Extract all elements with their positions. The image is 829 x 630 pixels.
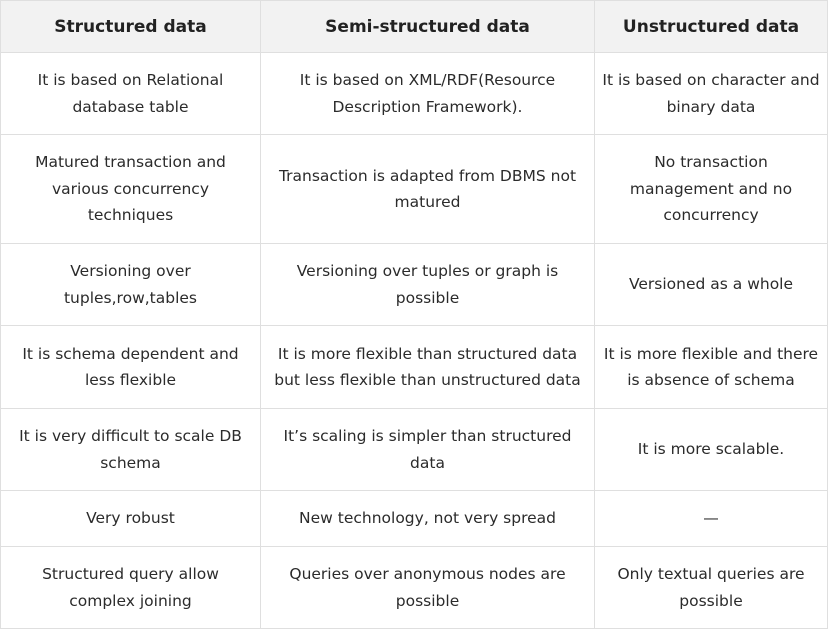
table-cell: It is more flexible than structured data…	[260, 325, 595, 409]
table-row: It is schema dependent and less flexible…	[0, 325, 828, 409]
table-cell: Only textual queries are possible	[594, 546, 828, 629]
table-row: Matured transaction and various concurre…	[0, 134, 828, 244]
table-cell: Versioned as a whole	[594, 243, 828, 326]
table-cell: Very robust	[0, 490, 261, 547]
table-row: It is based on Relational database table…	[0, 52, 828, 135]
table-cell: —	[594, 490, 828, 547]
column-header-unstructured: Unstructured data	[594, 0, 828, 53]
table-header-row: Structured data Semi-structured data Uns…	[0, 0, 828, 53]
table-cell: It is schema dependent and less flexible	[0, 325, 261, 409]
table-cell: New technology, not very spread	[260, 490, 595, 547]
table-cell: It is more flexible and there is absence…	[594, 325, 828, 409]
table-row: It is very difficult to scale DB schema …	[0, 408, 828, 491]
table-cell: It is based on character and binary data	[594, 52, 828, 135]
table-row: Very robust New technology, not very spr…	[0, 490, 828, 547]
table-cell: Transaction is adapted from DBMS not mat…	[260, 134, 595, 244]
table-cell: It is more scalable.	[594, 408, 828, 491]
table-cell: Queries over anonymous nodes are possibl…	[260, 546, 595, 629]
column-header-structured: Structured data	[0, 0, 261, 53]
table-row: Versioning over tuples,row,tables Versio…	[0, 243, 828, 326]
table-cell: No transaction management and no concurr…	[594, 134, 828, 244]
table-cell: It’s scaling is simpler than structured …	[260, 408, 595, 491]
table-cell: It is very difficult to scale DB schema	[0, 408, 261, 491]
table-cell: Structured query allow complex joining	[0, 546, 261, 629]
table-row: Structured query allow complex joining Q…	[0, 546, 828, 629]
table-cell: It is based on Relational database table	[0, 52, 261, 135]
table-cell: Versioning over tuples,row,tables	[0, 243, 261, 326]
comparison-table-container: Structured data Semi-structured data Uns…	[0, 0, 829, 630]
comparison-table: Structured data Semi-structured data Uns…	[0, 0, 828, 629]
table-cell: Matured transaction and various concurre…	[0, 134, 261, 244]
table-cell: Versioning over tuples or graph is possi…	[260, 243, 595, 326]
table-cell: It is based on XML/RDF(Resource Descript…	[260, 52, 595, 135]
column-header-semi-structured: Semi-structured data	[260, 0, 595, 53]
